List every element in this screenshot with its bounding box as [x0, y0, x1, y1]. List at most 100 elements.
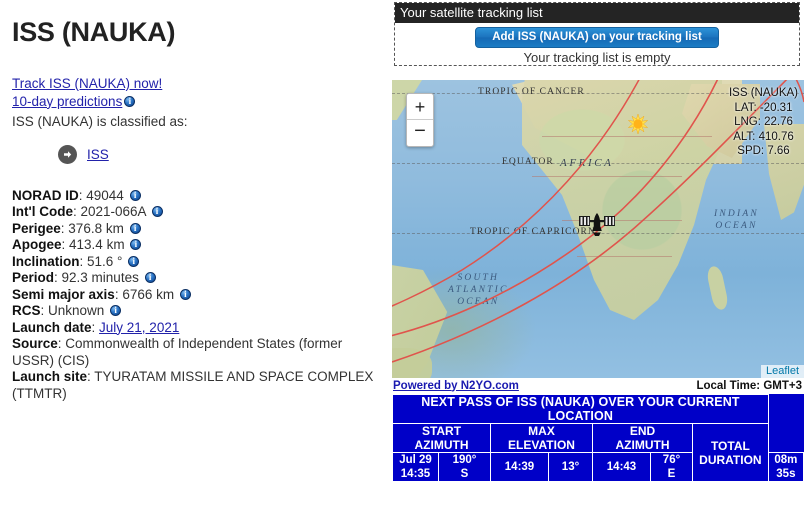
- next-pass-table: NEXT PASS OF ISS (NAUKA) OVER YOUR CURRE…: [392, 394, 804, 482]
- powered-by-link[interactable]: Powered by N2YO.com: [393, 380, 519, 392]
- info-icon[interactable]: [151, 205, 163, 218]
- predictions-row: 10-day predictions: [12, 94, 384, 109]
- classification-row: ISS: [58, 144, 384, 164]
- spec-key: Launch date: [12, 319, 92, 335]
- header-end-line1: END: [629, 424, 656, 438]
- value-total-duration: 08m 35s: [767, 452, 804, 482]
- info-icon[interactable]: [124, 95, 136, 107]
- classified-as-label: ISS (NAUKA) is classified as:: [12, 113, 188, 129]
- spec-value: Commonwealth of Independent States (form…: [12, 336, 343, 368]
- end-azimuth-dir: E: [667, 468, 676, 480]
- header-max-line1: MAX: [528, 424, 555, 438]
- spec-key: Semi major axis: [12, 286, 115, 302]
- spec-key: NORAD ID: [12, 187, 79, 203]
- latitude-label: EQUATOR: [502, 157, 554, 167]
- tracking-list-body: Add ISS (NAUKA) on your tracking list Yo…: [395, 23, 799, 65]
- info-icon[interactable]: [179, 288, 191, 300]
- end-azimuth-deg: 76°: [662, 454, 681, 466]
- value-max-time: 14:39: [490, 452, 549, 482]
- info-icon[interactable]: [129, 189, 141, 201]
- header-total-duration: TOTAL DURATION: [692, 423, 769, 482]
- tracking-list-box: Your satellite tracking list Add ISS (NA…: [394, 2, 800, 66]
- spec-value: 49044: [86, 187, 124, 203]
- local-time-label: Local Time: GMT+3: [696, 379, 802, 392]
- start-time: 14:35: [400, 468, 431, 480]
- value-start-azimuth: 190° S: [438, 452, 491, 482]
- ten-day-predictions-link[interactable]: 10-day predictions: [12, 94, 122, 109]
- leaflet-map[interactable]: TROPIC OF CANCER EQUATOR TROPIC OF CAPRICO…: [392, 80, 804, 378]
- info-icon[interactable]: [129, 222, 141, 234]
- spec-row: RCS: Unknown: [12, 303, 384, 320]
- ocean-label-line: OCEAN: [715, 221, 758, 231]
- landmass-southwest: [392, 348, 432, 378]
- header-start-line2: AZIMUTH: [414, 438, 469, 452]
- spec-row: Inclination: 51.6 °: [12, 254, 384, 271]
- pass-table-title: NEXT PASS OF ISS (NAUKA) OVER YOUR CURRE…: [392, 394, 769, 424]
- arrow-right-icon: [58, 144, 77, 164]
- sun-icon: [627, 113, 649, 135]
- telemetry-spd: SPD: 7.66: [737, 145, 790, 157]
- satellite-spec-list: NORAD ID: 49044 Int'l Code: 2021-066A Pe…: [12, 188, 384, 403]
- country-border: [577, 256, 672, 257]
- latitude-label: TROPIC OF CANCER: [478, 87, 585, 97]
- ocean-label-line: INDIAN: [714, 209, 759, 219]
- spec-value: Unknown: [48, 303, 105, 319]
- spec-key: Apogee: [12, 237, 62, 253]
- header-total-line1: TOTAL: [710, 438, 750, 453]
- tracking-list-header: Your satellite tracking list: [395, 3, 799, 23]
- header-start-line1: START: [421, 424, 462, 438]
- map-ocean-label: SOUTH ATLANTIC OCEAN: [448, 272, 509, 308]
- track-now-link[interactable]: Track ISS (NAUKA) now!: [12, 76, 384, 91]
- tracking-list-empty-message: Your tracking list is empty: [523, 50, 671, 65]
- spec-key: Perigee: [12, 220, 61, 236]
- info-icon[interactable]: [128, 255, 140, 267]
- telemetry-lng: LNG: 22.76: [734, 116, 793, 128]
- spec-row: Int'l Code: 2021-066A: [12, 204, 384, 221]
- spec-value: 413.4 km: [69, 237, 125, 253]
- country-border: [542, 136, 712, 137]
- spec-row: Launch date: July 21, 2021: [12, 319, 180, 335]
- spec-key: Source: [12, 336, 58, 352]
- start-azimuth-deg: 190°: [452, 454, 477, 466]
- spec-key: Launch site: [12, 369, 88, 385]
- satellite-details-column: ISS (NAUKA) Track ISS (NAUKA) now! 10-da…: [0, 0, 392, 512]
- spec-value: 2021-066A: [80, 204, 146, 220]
- info-icon[interactable]: [144, 271, 156, 284]
- telemetry-name: ISS (NAUKA): [728, 87, 798, 99]
- ocean-label-line: OCEAN: [457, 297, 500, 307]
- map-ocean-label: INDIAN OCEAN: [714, 208, 759, 232]
- spec-value[interactable]: July 21, 2021: [99, 320, 179, 335]
- country-border: [532, 176, 682, 177]
- map-zoom-controls[interactable]: + −: [406, 93, 434, 147]
- spec-key: Int'l Code: [12, 204, 73, 220]
- classification-link[interactable]: ISS: [87, 147, 109, 162]
- satellite-telemetry-readout: ISS (NAUKA) LAT: -20.31 LNG: 22.76 ALT: …: [729, 86, 798, 159]
- start-date: Jul 29: [399, 454, 432, 466]
- add-to-tracking-list-button[interactable]: Add ISS (NAUKA) on your tracking list: [475, 27, 719, 48]
- spec-value: 92.3 minutes: [61, 270, 139, 286]
- telemetry-lat: LAT: -20.31: [734, 101, 793, 114]
- pass-title-row: NEXT PASS OF ISS (NAUKA) OVER YOUR CURRE…: [392, 394, 804, 424]
- spec-row: Period: 92.3 minutes: [12, 270, 384, 287]
- spec-key: Inclination: [12, 253, 80, 269]
- pass-header-row: START AZIMUTH MAX ELEVATION END AZIMUTH …: [392, 423, 804, 482]
- spec-row: Perigee: 376.8 km: [12, 221, 384, 238]
- zoom-in-button[interactable]: +: [407, 94, 433, 120]
- satellite-icon[interactable]: [578, 212, 616, 238]
- map-place-label: AFRICA: [560, 157, 614, 169]
- header-total-line2: DURATION: [699, 452, 762, 467]
- spec-row: Source: Commonwealth of Independent Stat…: [12, 336, 343, 368]
- info-icon[interactable]: [110, 304, 122, 317]
- ocean-label-line: SOUTH: [457, 273, 500, 283]
- zoom-out-button[interactable]: −: [407, 120, 433, 146]
- spec-value: 6766 km: [122, 286, 175, 302]
- spec-row: NORAD ID: 49044: [12, 188, 384, 205]
- header-max-line2: ELEVATION: [508, 438, 575, 452]
- leaflet-attribution-link[interactable]: Leaflet: [760, 365, 804, 378]
- info-icon[interactable]: [130, 238, 142, 251]
- spec-value: 51.6 °: [87, 253, 123, 269]
- map-and-pass-column: Your satellite tracking list Add ISS (NA…: [392, 0, 804, 512]
- start-azimuth-dir: S: [460, 468, 469, 480]
- powered-by-bar: Powered by N2YO.com Local Time: GMT+3: [392, 378, 804, 393]
- spec-row: Apogee: 413.4 km: [12, 237, 384, 254]
